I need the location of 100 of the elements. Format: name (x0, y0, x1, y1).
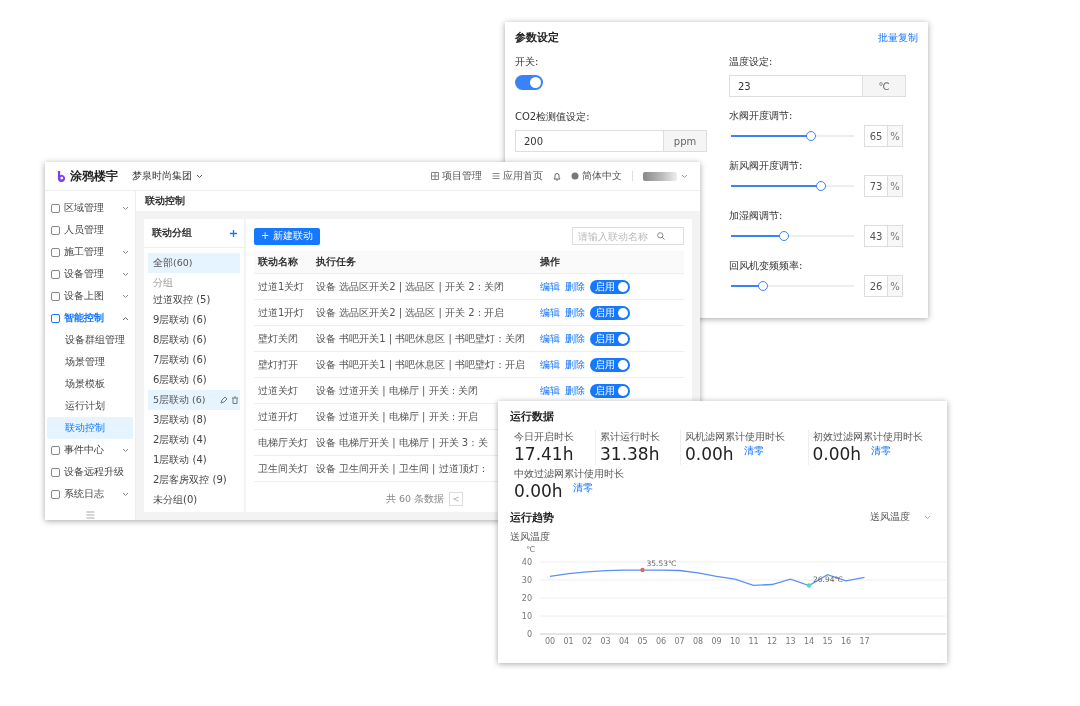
delete-link[interactable]: 删除 (565, 357, 585, 372)
square-icon (51, 489, 60, 499)
group-item[interactable]: 5层联动 (6) (148, 390, 240, 410)
sidebar-item[interactable]: 场景模板 (47, 373, 133, 395)
tick-label: 14 (803, 637, 815, 646)
toggle-switch[interactable]: 启用 (590, 383, 630, 398)
sidebar-item[interactable]: 设备管理 (45, 263, 135, 285)
table-cell-text: 卫生间关灯 (257, 461, 309, 476)
window-title: 参数设定 (515, 30, 559, 45)
sidebar-item[interactable]: 施工管理 (45, 241, 135, 263)
chevron-down-icon (924, 515, 931, 520)
group-item[interactable]: 8层联动 (6) (148, 330, 240, 350)
chevron-down-icon[interactable] (681, 173, 688, 179)
group-item[interactable]: 1层联动 (4) (148, 450, 240, 470)
slider-handle[interactable] (757, 281, 768, 291)
number-field[interactable]: 73 % (864, 175, 903, 197)
list-icon (492, 172, 500, 180)
stat-label: 中效过滤网累计使用时长 (514, 467, 625, 481)
square-icon (51, 247, 60, 257)
number-field[interactable]: 26 % (864, 275, 903, 297)
nav-link[interactable]: 应用首页 (492, 169, 543, 183)
group-item[interactable]: 过道双控 (5) (148, 290, 240, 310)
table-cell-text: 电梯厅关灯 (257, 435, 309, 450)
sidebar-item[interactable]: 设备上图 (45, 285, 135, 307)
edit-link[interactable]: 编辑 (540, 305, 560, 320)
slider-handle[interactable] (815, 181, 826, 191)
sidebar-item[interactable]: 设备远程升级 (45, 461, 135, 483)
field-label: 水阀开度调节: (729, 109, 793, 123)
group-item[interactable]: 全部(60) (148, 253, 240, 273)
delete-link[interactable]: 删除 (565, 305, 585, 320)
slider-handle[interactable] (778, 231, 789, 241)
number-field[interactable]: 65 % (864, 125, 903, 147)
square-icon (51, 269, 60, 279)
language-selector[interactable]: 简体中文 (571, 169, 622, 183)
reset-link[interactable]: 清零 (572, 481, 593, 495)
group-item[interactable]: 2层联动 (4) (148, 430, 240, 450)
toggle-switch[interactable]: 启用 (590, 331, 630, 346)
tick-label: 08 (692, 637, 704, 646)
sidebar-item[interactable]: 联动控制 (47, 417, 133, 439)
toggle-switch[interactable]: 启用 (590, 279, 630, 294)
trash-icon[interactable] (230, 396, 239, 404)
sidebar-item[interactable]: 设备群组管理 (47, 329, 133, 351)
group-item[interactable]: 3层联动 (8) (148, 410, 240, 430)
tick-label: 04 (618, 637, 630, 646)
group-item[interactable]: 7层联动 (6) (148, 350, 240, 370)
stat-value: 0.00h (685, 444, 734, 465)
nav-link[interactable]: 项目管理 (431, 169, 482, 183)
edit-link[interactable]: 编辑 (540, 279, 560, 294)
chevron-down-icon (122, 293, 129, 299)
sidebar-item[interactable]: 场景管理 (47, 351, 133, 373)
edit-link[interactable]: 编辑 (540, 383, 560, 398)
sidebar-item[interactable]: 区域管理 (45, 197, 135, 219)
input-field[interactable]: 200 ppm (515, 130, 707, 152)
table-cell-text: 过道开灯 (257, 409, 299, 424)
group-item[interactable]: 2层客房双控 (9) (148, 470, 240, 490)
plus-icon[interactable] (229, 228, 238, 238)
search-field[interactable]: 请输入联动名称 (572, 227, 684, 245)
stat-label: 今日开启时长 (514, 430, 575, 444)
sidebar-item[interactable]: 系统日志 (45, 483, 135, 505)
square-icon (51, 313, 60, 323)
toggle-switch[interactable]: 启用 (590, 305, 630, 320)
group-item[interactable]: 9层联动 (6) (148, 310, 240, 330)
field-label: 温度设定: (729, 55, 773, 69)
delete-link[interactable]: 删除 (565, 279, 585, 294)
field-label: 回风机变频频率: (729, 259, 803, 273)
edit-link[interactable]: 编辑 (540, 357, 560, 372)
tick-label: 40 (521, 558, 532, 567)
table-cell-text: 壁灯关闭 (257, 331, 299, 346)
sidebar-item[interactable]: 运行计划 (47, 395, 133, 417)
group-item[interactable]: 未分组(0) (148, 490, 240, 510)
slider-handle[interactable] (805, 131, 816, 141)
reset-link[interactable]: 清零 (871, 444, 892, 458)
bell-icon[interactable] (553, 171, 561, 181)
sidebar-item[interactable]: 事件中心 (45, 439, 135, 461)
metric-dropdown[interactable]: 送风温度 (870, 511, 935, 524)
stat-label: 初效过滤网累计使用时长 (812, 430, 924, 444)
tick-label: 06 (655, 637, 667, 646)
batch-copy-link[interactable]: 批量复制 (878, 30, 918, 45)
section-title: 运行数据 (510, 409, 555, 424)
square-icon (51, 225, 60, 235)
tick-label: 30 (521, 576, 532, 585)
org-selector[interactable]: 梦泉时尚集团 (132, 169, 203, 183)
reset-link[interactable]: 清零 (743, 444, 764, 458)
toggle-switch[interactable] (515, 75, 543, 90)
number-field[interactable]: 43 % (864, 225, 903, 247)
tick-label: 12 (766, 637, 778, 646)
toggle-switch[interactable]: 启用 (590, 357, 630, 372)
new-linkage-button[interactable]: + 新建联动 (254, 227, 320, 245)
logo-icon (57, 170, 66, 182)
delete-link[interactable]: 删除 (565, 383, 585, 398)
input-field[interactable]: 23 ℃ (729, 75, 906, 97)
sidebar-item[interactable]: 智能控制 (45, 307, 135, 329)
sidebar-item[interactable]: 人员管理 (45, 219, 135, 241)
blurred-user-name[interactable] (643, 171, 677, 181)
edit-icon[interactable] (219, 396, 228, 404)
series-name: 送风温度 (510, 531, 551, 544)
delete-link[interactable]: 删除 (565, 331, 585, 346)
edit-link[interactable]: 编辑 (540, 331, 560, 346)
tick-label: 10 (521, 612, 532, 621)
group-item[interactable]: 6层联动 (6) (148, 370, 240, 390)
